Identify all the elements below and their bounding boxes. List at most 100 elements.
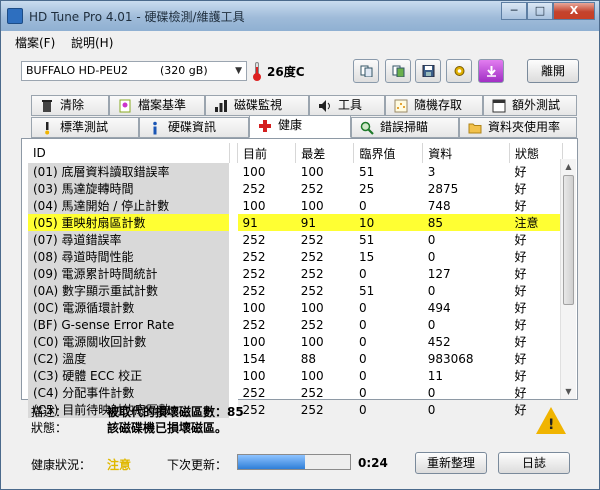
tab-folder-usage[interactable]: 資料夾使用率	[459, 117, 577, 138]
worst-value: 252	[300, 266, 324, 281]
table-row[interactable]: (0A) 數字顯示重試計數 252 252 51 0 好	[28, 282, 563, 299]
extra-tests-icon	[492, 99, 506, 113]
save-icon	[422, 65, 435, 77]
table-row[interactable]: (C2) 溫度 154 88 0 983068 好	[28, 350, 563, 367]
bar-chart-icon	[214, 99, 228, 113]
raw-data: 11	[427, 368, 444, 383]
update-progress-bar	[237, 454, 351, 470]
attribute-id: (C0) 電源關收回計數	[28, 333, 230, 350]
close-button[interactable]: X	[553, 2, 595, 20]
threshold-value: 10	[353, 214, 423, 231]
raw-data: 0	[427, 232, 436, 247]
table-row[interactable]: (03) 馬達旋轉時間 252 252 25 2875 好	[28, 180, 563, 197]
info-icon	[148, 121, 162, 135]
health-status-label: 健康狀況：	[31, 458, 92, 472]
table-body: (01) 底層資料讀取錯誤率 100 100 51 3 好 (03) 馬達旋轉時間 252 25…	[28, 163, 563, 418]
header-id[interactable]: ID	[28, 143, 230, 163]
file-benchmark-icon	[118, 99, 132, 113]
header-status[interactable]: 狀態	[509, 143, 563, 163]
tab-tools[interactable]: 工具	[309, 95, 385, 116]
raw-data: 2875	[427, 181, 459, 196]
attribute-id: (04) 馬達開始 / 停止計數	[28, 197, 230, 214]
attribute-id: (C4) 分配事件計數	[28, 384, 230, 401]
health-cross-icon	[258, 119, 272, 133]
copy-text-button[interactable]	[353, 59, 379, 83]
raw-data: 0	[427, 283, 436, 298]
tab-benchmark[interactable]: 標準測試	[31, 117, 139, 138]
options-button[interactable]	[446, 59, 472, 83]
current-value: 252	[242, 249, 266, 264]
tab-extra-tests[interactable]: 額外測試	[483, 95, 577, 116]
header-threshold[interactable]: 臨界值	[353, 143, 424, 163]
tab-disk-monitor[interactable]: 磁碟監視	[205, 95, 309, 116]
table-row[interactable]: (04) 馬達開始 / 停止計數 100 100 0 748 好	[28, 197, 563, 214]
threshold-value: 0	[358, 334, 367, 349]
table-row[interactable]: (0C) 電源循環計數 100 100 0 494 好	[28, 299, 563, 316]
tab-label: 檔案基準	[138, 98, 187, 112]
maximize-button[interactable]: □	[527, 2, 553, 20]
tab-file-benchmark[interactable]: 檔案基準	[109, 95, 205, 116]
header-current[interactable]: 目前	[237, 143, 297, 163]
exit-button[interactable]: 離開	[527, 59, 579, 83]
save-button[interactable]	[415, 59, 441, 83]
header-worst[interactable]: 最差	[295, 143, 355, 163]
minimize-button[interactable]: ─	[501, 2, 527, 20]
vertical-scrollbar[interactable]: ▲ ▼	[560, 159, 576, 399]
refresh-button[interactable]: 重新整理	[415, 452, 487, 474]
attribute-id: (07) 尋道錯誤率	[28, 231, 230, 248]
raw-data: 127	[427, 266, 451, 281]
status-value: 好	[514, 182, 527, 196]
tab-random-access[interactable]: 隨機存取	[385, 95, 483, 116]
table-row[interactable]: (BF) G-sense Error Rate 252 252 0 0 好	[28, 316, 563, 333]
tab-label: 錯誤掃瞄	[380, 120, 429, 134]
log-button[interactable]: 日誌	[498, 452, 570, 474]
current-value: 91	[237, 214, 296, 231]
drive-size: (320 gB)	[160, 64, 208, 77]
threshold-value: 0	[358, 368, 367, 383]
threshold-value: 0	[358, 300, 367, 315]
window-title: HD Tune Pro 4.01 - 硬碟檢測/維護工具	[29, 10, 245, 24]
tab-row-bottom: 標準測試 硬碟資訊 健康 錯誤掃瞄 資料夾使用率	[21, 115, 579, 139]
current-value: 252	[242, 283, 266, 298]
scroll-thumb[interactable]	[563, 175, 574, 305]
current-value: 100	[242, 300, 266, 315]
tab-error-scan[interactable]: 錯誤掃瞄	[351, 117, 459, 138]
table-row[interactable]: (C4) 分配事件計數 252 252 0 0 好	[28, 384, 563, 401]
copy-screenshot-button[interactable]	[385, 59, 411, 83]
tab-info[interactable]: 硬碟資訊	[139, 117, 249, 138]
scroll-down-icon[interactable]: ▼	[561, 384, 576, 399]
scroll-up-icon[interactable]: ▲	[561, 159, 576, 174]
status-value: 好	[514, 369, 527, 383]
current-value: 252	[242, 232, 266, 247]
folder-icon	[468, 121, 482, 135]
drive-select[interactable]: BUFFALO HD-PEU2 (320 gB) ▼	[21, 61, 247, 81]
tab-label: 隨機存取	[414, 98, 463, 112]
tab-label: 磁碟監視	[234, 98, 283, 112]
tab-erase[interactable]: 清除	[31, 95, 109, 116]
header-data[interactable]: 資料	[422, 143, 511, 163]
current-value: 252	[242, 317, 266, 332]
raw-data: 748	[427, 198, 451, 213]
worst-value: 100	[300, 368, 324, 383]
table-row[interactable]: (C3) 硬體 ECC 校正 100 100 0 11 好	[28, 367, 563, 384]
worst-value: 252	[300, 385, 324, 400]
window-controls: ─ □ X	[501, 2, 595, 20]
table-row[interactable]: (C0) 電源關收回計數 100 100 0 452 好	[28, 333, 563, 350]
table-row[interactable]: (05) 重映射扇區計數 91 91 10 85 注意	[28, 214, 563, 231]
menu-file[interactable]: 檔案(F)	[15, 34, 55, 51]
threshold-value: 0	[358, 317, 367, 332]
menu-bar: 檔案(F) 說明(H)	[1, 31, 599, 51]
table-row[interactable]: (07) 尋道錯誤率 252 252 51 0 好	[28, 231, 563, 248]
title-bar[interactable]: HD Tune Pro 4.01 - 硬碟檢測/維護工具 ─ □ X	[1, 1, 599, 31]
worst-value: 88	[300, 351, 317, 366]
table-row[interactable]: (08) 尋道時間性能 252 252 15 0 好	[28, 248, 563, 265]
raw-data: 85	[422, 214, 510, 231]
download-button[interactable]	[478, 59, 504, 83]
tab-health[interactable]: 健康	[249, 115, 351, 138]
status-value: 好	[514, 318, 527, 332]
table-row[interactable]: (09) 電源累計時間統計 252 252 0 127 好	[28, 265, 563, 282]
table-row[interactable]: (01) 底層資料讀取錯誤率 100 100 51 3 好	[28, 163, 563, 180]
current-value: 154	[242, 351, 266, 366]
table-header-row: ID 目前 最差 臨界值 資料 狀態	[28, 143, 563, 163]
menu-help[interactable]: 說明(H)	[71, 34, 113, 51]
